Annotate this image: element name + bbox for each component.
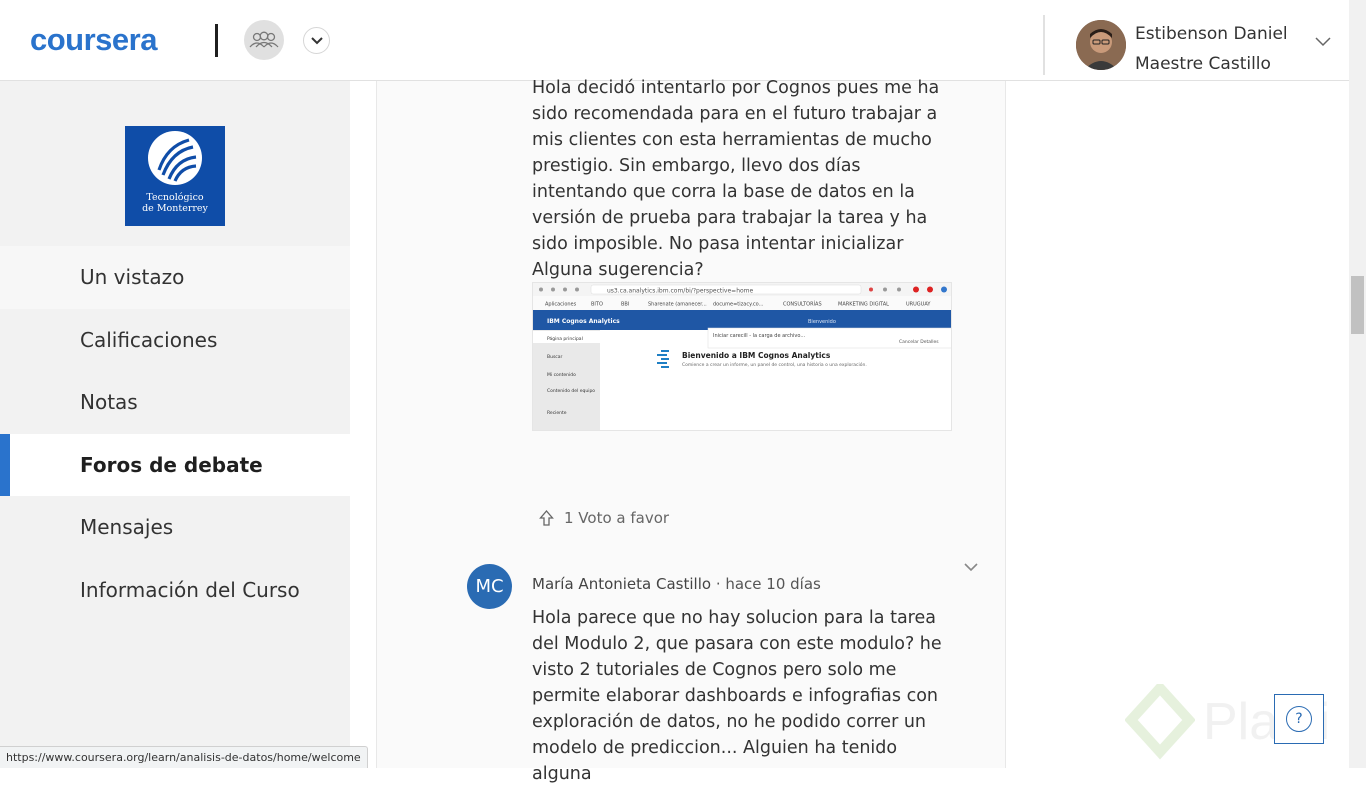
bookmark-7: URUGUAY — [906, 302, 931, 308]
sidebar-item-course-info[interactable]: Información del Curso — [0, 559, 350, 622]
chevron-down-icon — [310, 36, 323, 44]
course-switcher-button[interactable] — [303, 27, 330, 54]
help-button[interactable]: ? — [1274, 694, 1324, 744]
embed-search-actions: Cancelar Detalles — [899, 339, 939, 345]
tec-monterrey-logo[interactable]: Tecnológico de Monterrey — [125, 126, 225, 226]
sidebar-nav: Un vistazo Calificaciones Notas Foros de… — [0, 246, 350, 621]
sidebar-item-grades[interactable]: Calificaciones — [0, 309, 350, 372]
bookmark-0: Aplicaciones — [545, 302, 577, 308]
top-header: coursera Estibenson Daniel Maestre Casti… — [0, 0, 1366, 81]
coursera-logo[interactable]: coursera — [30, 22, 157, 58]
post-image-attachment[interactable]: us3.ca.analytics.ibm.com/bi/?perspective… — [532, 282, 952, 431]
user-name: Estibenson Daniel Maestre Castillo — [1135, 24, 1288, 74]
post-author-line: María Antonieta Castillo · hace 10 días — [532, 575, 821, 593]
post-time: · hace 10 días — [711, 575, 821, 593]
vote-count: 1 Voto a favor — [564, 509, 670, 527]
upvote-button[interactable]: 1 Voto a favor — [539, 509, 669, 527]
course-sidebar: Tecnológico de Monterrey Un vistazo Cali… — [0, 81, 350, 768]
arrow-up-icon — [539, 509, 554, 526]
chevron-down-icon[interactable] — [963, 562, 979, 572]
embed-nav-0: Página principal — [547, 335, 583, 342]
header-divider — [215, 24, 218, 57]
bookmark-2: BBI — [621, 302, 629, 308]
embed-url: us3.ca.analytics.ibm.com/bi/?perspective… — [607, 288, 754, 295]
group-avatar[interactable] — [244, 20, 284, 60]
bookmark-1: BITO — [591, 302, 603, 308]
sidebar-item-overview[interactable]: Un vistazo — [0, 246, 350, 309]
school-name: Tecnológico de Monterrey — [142, 192, 208, 214]
sidebar-item-forums[interactable]: Foros de debate — [0, 433, 350, 496]
page-scrollbar[interactable] — [1349, 0, 1366, 768]
school-name-line2: de Monterrey — [142, 203, 208, 214]
people-group-icon — [249, 31, 279, 48]
help-icon: ? — [1286, 706, 1312, 732]
scrollbar-thumb[interactable] — [1351, 276, 1364, 334]
browser-status-url: https://www.coursera.org/learn/analisis-… — [0, 746, 368, 768]
sidebar-item-messages[interactable]: Mensajes — [0, 496, 350, 559]
embed-search-hint: Iniciar carecill - la carga de archivo..… — [713, 333, 806, 339]
user-avatar — [1076, 20, 1126, 70]
chevron-down-icon — [1315, 37, 1331, 47]
bookmark-5: CONSULTORÍAS — [783, 301, 822, 308]
bookmark-3: Sharenate (amanecer... — [648, 302, 707, 308]
author-name[interactable]: María Antonieta Castillo — [532, 575, 711, 593]
author-avatar[interactable]: MC — [467, 564, 512, 609]
bookmark-4: docume=tizacy.co... — [713, 302, 764, 308]
embed-app-title: IBM Cognos Analytics — [547, 318, 620, 325]
user-photo-icon — [1076, 20, 1126, 70]
embed-nav-1: Buscar — [547, 354, 563, 360]
embed-nav-4: Reciente — [547, 410, 567, 416]
platzi-logo-icon — [1125, 684, 1195, 760]
embed-nav-2: Mi contenido — [547, 372, 576, 378]
user-menu[interactable]: Estibenson Daniel Maestre Castillo — [1043, 15, 1343, 75]
forum-thread: Hola decidó intentarlo por Cognos pues m… — [376, 78, 1006, 784]
embed-nav-3: Contenido del equipo — [547, 388, 595, 394]
embed-banner-right: Bienvenido — [808, 319, 836, 325]
reply-body: Hola parece que no hay solucion para la … — [532, 608, 942, 784]
school-name-line1: Tecnológico — [146, 192, 204, 203]
embed-welcome-title: Bienvenido a IBM Cognos Analytics — [682, 351, 831, 360]
post-body: Hola decidó intentarlo por Cognos pues m… — [532, 78, 940, 280]
sidebar-item-notes[interactable]: Notas — [0, 371, 350, 434]
tec-monterrey-emblem-icon — [148, 131, 202, 185]
embed-welcome-sub: Comience a crear un informe, un panel de… — [682, 361, 867, 368]
bookmark-6: MARKETING DIGITAL — [838, 302, 889, 308]
ibm-cognos-screenshot: us3.ca.analytics.ibm.com/bi/?perspective… — [533, 283, 951, 430]
